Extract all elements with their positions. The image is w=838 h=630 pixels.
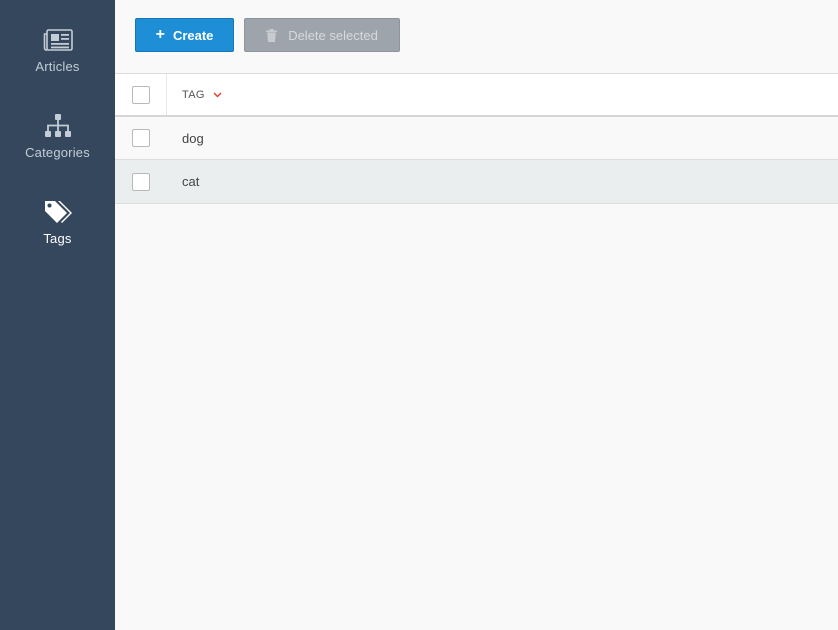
toolbar: + Create Delete selected: [115, 0, 838, 73]
table-row[interactable]: dog: [115, 117, 838, 160]
select-all-cell: [115, 74, 167, 115]
main-content: + Create Delete selected TAG dog cat: [115, 0, 838, 630]
sort-descending-icon: [213, 91, 222, 98]
select-all-checkbox[interactable]: [131, 85, 150, 104]
sidebar-item-label: Categories: [25, 145, 90, 160]
tags-icon: [43, 200, 73, 224]
sidebar-item-categories[interactable]: Categories: [0, 86, 115, 172]
plus-icon: +: [155, 26, 165, 43]
sitemap-icon: [44, 114, 72, 138]
sidebar-item-articles[interactable]: Articles: [0, 0, 115, 86]
create-button[interactable]: + Create: [135, 18, 234, 52]
trash-icon: [266, 28, 278, 42]
sidebar-item-tags[interactable]: Tags: [0, 172, 115, 258]
row-checkbox[interactable]: [132, 172, 150, 191]
column-header-label: TAG: [182, 88, 205, 101]
tags-table: TAG dog cat: [115, 73, 838, 204]
table-header: TAG: [115, 73, 838, 117]
create-button-label: Create: [172, 27, 214, 43]
sidebar-item-label: Articles: [35, 59, 80, 74]
delete-selected-label: Delete selected: [288, 27, 378, 43]
table-row[interactable]: cat: [115, 160, 838, 204]
delete-selected-button[interactable]: Delete selected: [244, 18, 400, 52]
row-select-cell: [115, 160, 167, 203]
tag-cell[interactable]: cat: [182, 160, 199, 203]
sidebar: Articles Categories Tags: [0, 0, 115, 630]
row-select-cell: [115, 117, 167, 159]
tag-cell[interactable]: dog: [182, 117, 204, 159]
sidebar-item-label: Tags: [43, 231, 72, 246]
column-header-tag[interactable]: TAG: [182, 74, 222, 115]
newspaper-icon: [43, 28, 73, 52]
row-checkbox[interactable]: [132, 129, 150, 147]
